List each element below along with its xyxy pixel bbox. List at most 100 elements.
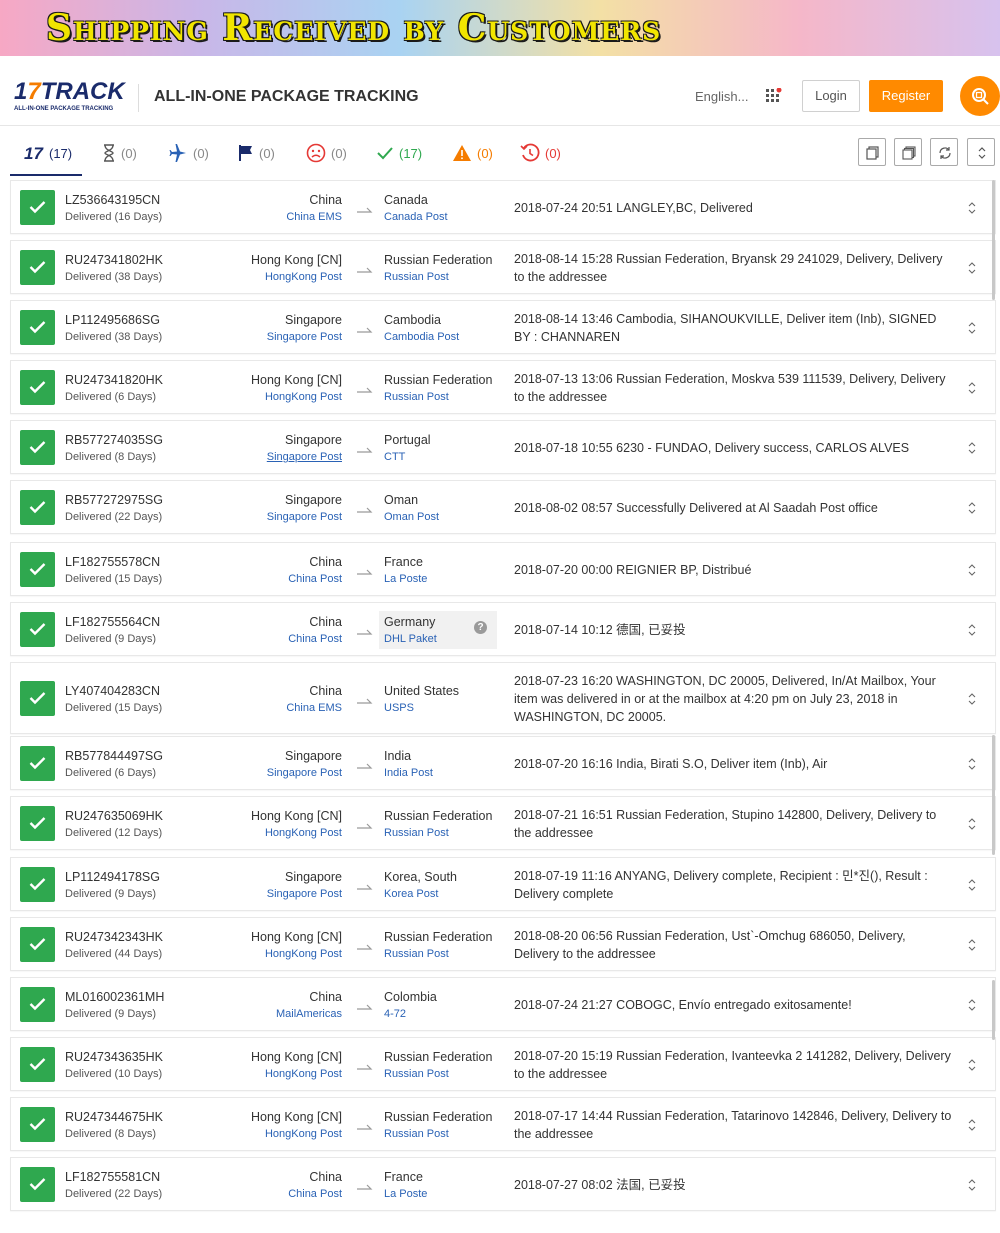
origin-carrier-link[interactable]: HongKong Post (265, 1068, 342, 1080)
tracking-number[interactable]: LZ536643195CN (65, 193, 160, 207)
origin-carrier-link[interactable]: China Post (288, 633, 342, 645)
tracking-number[interactable]: RU247341820HK (65, 373, 163, 387)
destination-carrier-link[interactable]: La Poste (384, 573, 427, 585)
tracking-number[interactable]: RU247343635HK (65, 1050, 163, 1064)
logo[interactable]: 17TRACK ALL-IN-ONE PACKAGE TRACKING (14, 80, 130, 116)
tracking-number[interactable]: LP112494178SG (65, 870, 160, 884)
destination-carrier-link[interactable]: USPS (384, 702, 414, 714)
expand-row-icon[interactable] (967, 1118, 977, 1132)
filter-delivered[interactable]: (17) (376, 142, 422, 164)
destination-carrier-link[interactable]: Russian Post (384, 827, 449, 839)
expand-row-icon[interactable] (967, 817, 977, 831)
destination-carrier-link[interactable]: Oman Post (384, 511, 439, 523)
origin-carrier-link[interactable]: Singapore Post (267, 451, 342, 463)
shipment-row[interactable]: RB577844497SG Delivered (6 Days) Singapo… (10, 736, 996, 790)
expand-row-icon[interactable] (967, 321, 977, 335)
tracking-number[interactable]: RU247344675HK (65, 1110, 163, 1124)
expand-row-icon[interactable] (967, 757, 977, 771)
filter-in-transit[interactable]: (0) (168, 142, 209, 164)
origin-carrier-link[interactable]: HongKong Post (265, 948, 342, 960)
destination-carrier-link[interactable]: Russian Post (384, 1128, 449, 1140)
expand-row-icon[interactable] (967, 1058, 977, 1072)
origin-carrier-link[interactable]: Singapore Post (267, 331, 342, 343)
filter-expired[interactable]: (0) (520, 142, 561, 164)
origin-carrier-link[interactable]: Singapore Post (267, 888, 342, 900)
apps-grid-icon[interactable] (766, 88, 782, 104)
destination-carrier-link[interactable]: CTT (384, 451, 405, 463)
filter-not-found[interactable]: (0) (102, 142, 137, 164)
shipment-row[interactable]: LP112494178SG Delivered (9 Days) Singapo… (10, 857, 996, 911)
tracking-number[interactable]: LF182755564CN (65, 615, 160, 629)
expand-row-icon[interactable] (967, 998, 977, 1012)
track-search-button[interactable] (960, 76, 1000, 116)
shipment-row[interactable]: LP112495686SG Delivered (38 Days) Singap… (10, 300, 996, 354)
destination-carrier-link[interactable]: Russian Post (384, 948, 449, 960)
destination-carrier-link[interactable]: Cambodia Post (384, 331, 459, 343)
shipment-row[interactable]: RU247344675HK Delivered (8 Days) Hong Ko… (10, 1097, 996, 1151)
tracking-number[interactable]: RU247342343HK (65, 930, 163, 944)
copy-button[interactable] (858, 138, 886, 166)
expand-row-icon[interactable] (967, 692, 977, 706)
expand-all-button[interactable] (967, 138, 995, 166)
destination-carrier-link[interactable]: 4-72 (384, 1008, 406, 1020)
expand-row-icon[interactable] (967, 623, 977, 637)
tracking-number[interactable]: LP112495686SG (65, 313, 160, 327)
tracking-number[interactable]: LF182755581CN (65, 1170, 160, 1184)
origin-carrier-link[interactable]: HongKong Post (265, 391, 342, 403)
destination-carrier-link[interactable]: Korea Post (384, 888, 438, 900)
origin-carrier-link[interactable]: HongKong Post (265, 1128, 342, 1140)
origin-carrier-link[interactable]: HongKong Post (265, 271, 342, 283)
destination-carrier-link[interactable]: Russian Post (384, 391, 449, 403)
filter-alert[interactable]: (0) (452, 142, 493, 164)
tracking-number[interactable]: RU247635069HK (65, 809, 163, 823)
tracking-number[interactable]: RB577844497SG (65, 749, 163, 763)
scrollbar-thumb[interactable] (992, 180, 995, 300)
destination-carrier-link[interactable]: Russian Post (384, 1068, 449, 1080)
origin-carrier-link[interactable]: China Post (288, 573, 342, 585)
origin-carrier-link[interactable]: Singapore Post (267, 767, 342, 779)
expand-row-icon[interactable] (967, 878, 977, 892)
filter-undelivered[interactable]: (0) (306, 142, 347, 164)
shipment-row[interactable]: RU247342343HK Delivered (44 Days) Hong K… (10, 917, 996, 971)
destination-carrier-link[interactable]: Russian Post (384, 271, 449, 283)
shipment-row[interactable]: LF182755578CN Delivered (15 Days) China … (10, 542, 996, 596)
origin-carrier-link[interactable]: HongKong Post (265, 827, 342, 839)
origin-carrier-link[interactable]: Singapore Post (267, 511, 342, 523)
shipment-row[interactable]: RU247341820HK Delivered (6 Days) Hong Ko… (10, 360, 996, 414)
scrollbar-thumb[interactable] (992, 980, 995, 1040)
origin-carrier-link[interactable]: China Post (288, 1188, 342, 1200)
shipment-row[interactable]: RU247341802HK Delivered (38 Days) Hong K… (10, 240, 996, 294)
help-icon[interactable]: ? (474, 621, 487, 634)
refresh-button[interactable] (930, 138, 958, 166)
shipment-row[interactable]: LF182755564CN Delivered (9 Days) China C… (10, 602, 996, 656)
expand-row-icon[interactable] (967, 261, 977, 275)
origin-carrier-link[interactable]: China EMS (286, 702, 342, 714)
copy-all-button[interactable] (894, 138, 922, 166)
expand-row-icon[interactable] (967, 501, 977, 515)
language-selector[interactable]: English... (695, 89, 748, 104)
tracking-number[interactable]: LF182755578CN (65, 555, 160, 569)
tracking-number[interactable]: RU247341802HK (65, 253, 163, 267)
destination-carrier-link[interactable]: India Post (384, 767, 433, 779)
destination-carrier-link[interactable]: La Poste (384, 1188, 427, 1200)
tracking-number[interactable]: RB577274035SG (65, 433, 163, 447)
destination-carrier-link[interactable]: Canada Post (384, 211, 448, 223)
shipment-row[interactable]: LZ536643195CN Delivered (16 Days) China … (10, 180, 996, 234)
scrollbar-thumb[interactable] (992, 735, 995, 855)
origin-carrier-link[interactable]: MailAmericas (276, 1008, 342, 1020)
shipment-row[interactable]: LF182755581CN Delivered (22 Days) China … (10, 1157, 996, 1211)
filter-all[interactable]: 17 (17) (24, 142, 72, 164)
expand-row-icon[interactable] (967, 563, 977, 577)
expand-row-icon[interactable] (967, 938, 977, 952)
shipment-row[interactable]: RU247343635HK Delivered (10 Days) Hong K… (10, 1037, 996, 1091)
shipment-row[interactable]: LY407404283CN Delivered (15 Days) China … (10, 662, 996, 734)
tracking-number[interactable]: RB577272975SG (65, 493, 163, 507)
origin-carrier-link[interactable]: China EMS (286, 211, 342, 223)
tracking-number[interactable]: ML016002361MH (65, 990, 164, 1004)
expand-row-icon[interactable] (967, 1178, 977, 1192)
login-button[interactable]: Login (802, 80, 860, 112)
expand-row-icon[interactable] (967, 441, 977, 455)
shipment-row[interactable]: RU247635069HK Delivered (12 Days) Hong K… (10, 796, 996, 850)
tracking-number[interactable]: LY407404283CN (65, 684, 160, 698)
register-button[interactable]: Register (869, 80, 943, 112)
